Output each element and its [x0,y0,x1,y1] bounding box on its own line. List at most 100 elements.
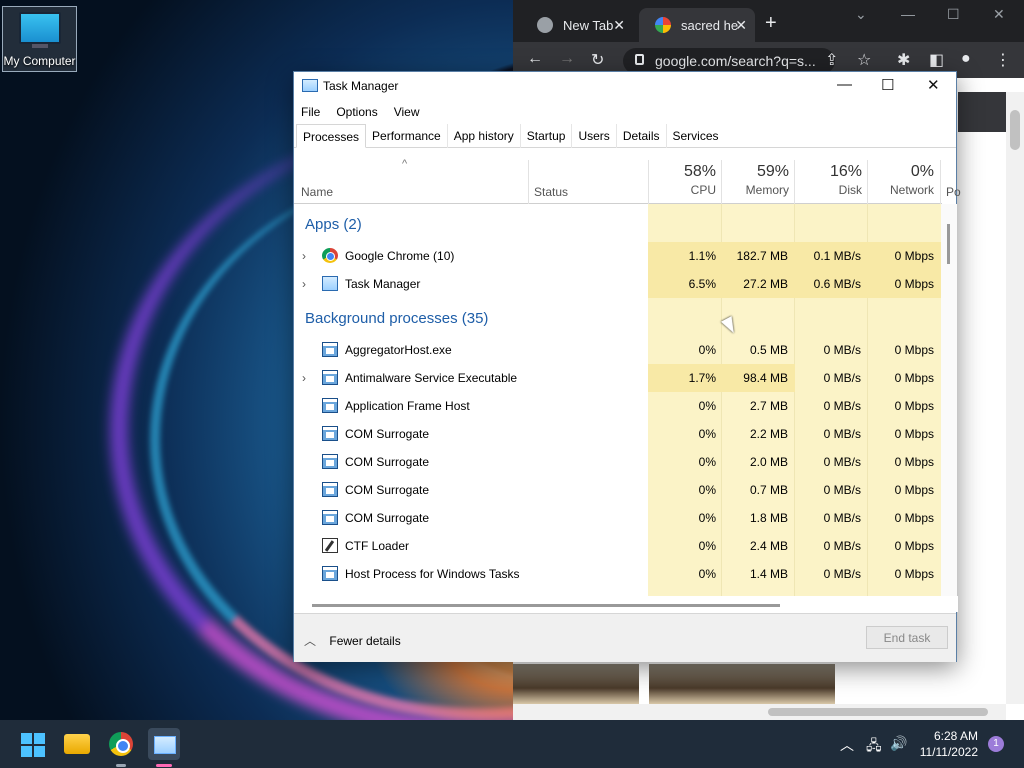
minimize-icon[interactable]: — [901,6,915,22]
menu-file[interactable]: File [301,100,320,124]
desktop-icon-my-computer[interactable]: My Computer [2,6,77,72]
table-row[interactable]: Host Process for Windows Tasks 0% 1.4 MB… [294,560,941,588]
table-row[interactable]: AggregatorHost.exe 0% 0.5 MB 0 MB/s 0 Mb… [294,336,941,364]
expand-chevron-icon[interactable]: › [302,249,306,263]
end-task-button[interactable]: End task [866,626,948,649]
chrome-tab-label: sacred he [681,17,739,33]
new-tab-button[interactable]: + [765,12,777,35]
extensions-icon[interactable]: ✱ [897,50,910,70]
chrome-icon[interactable] [109,732,133,756]
chrome-vertical-scrollbar[interactable] [1006,92,1024,704]
scrollbar-thumb[interactable] [768,708,988,716]
search-result-image[interactable] [513,664,639,704]
maximize-icon[interactable]: ☐ [947,6,960,23]
fewer-details-button[interactable]: ︿ Fewer details [304,632,401,649]
column-disk[interactable]: 16% Disk [795,160,862,204]
volume-icon[interactable]: 🔊 [890,735,907,752]
tab-app-history[interactable]: App history [446,124,520,148]
google-icon [655,17,671,33]
process-name: COM Surrogate [345,427,430,441]
cpu-value: 0% [698,511,716,525]
notification-badge[interactable]: 1 [988,736,1004,752]
chevron-up-icon[interactable]: ︿ [840,735,854,755]
table-row[interactable]: CTF Loader 0% 2.4 MB 0 MB/s 0 Mbps [294,532,941,560]
task-manager-icon[interactable] [148,728,180,760]
chrome-icon [322,248,338,263]
title-bar[interactable]: Task Manager — ☐ ✕ [294,72,956,100]
network-value: 0 Mbps [894,343,934,357]
process-icon [322,510,338,525]
column-cpu[interactable]: 58% CPU [648,160,716,204]
column-divider[interactable] [940,160,941,204]
column-power[interactable]: Po [946,185,961,199]
task-manager-icon [302,79,318,92]
memory-value: 1.4 MB [749,567,788,581]
close-tab-icon[interactable]: ✕ [735,17,747,34]
process-name: COM Surrogate [345,511,430,525]
address-bar-text: google.com/search?q=s... [655,53,816,69]
task-manager-icon [322,276,338,291]
footer: ︿ Fewer details End task [294,613,956,662]
forward-icon[interactable]: → [559,50,575,68]
tab-processes[interactable]: Processes [296,124,367,148]
scrollbar-thumb[interactable] [947,224,950,264]
table-row[interactable]: › Task Manager 6.5% 27.2 MB 0.6 MB/s 0 M… [294,270,941,298]
table-row[interactable]: › Google Chrome (10) 1.1% 182.7 MB 0.1 M… [294,242,941,270]
network-value: 0 Mbps [894,511,934,525]
process-list-vertical-scrollbar[interactable] [941,204,957,596]
table-row[interactable]: › Antimalware Service Executable 1.7% 98… [294,364,941,392]
menu-options[interactable]: Options [336,100,377,124]
scrollbar-thumb[interactable] [1010,110,1020,150]
chrome-page-dark-band [958,92,1006,132]
tab-details[interactable]: Details [615,124,666,148]
menu-view[interactable]: View [394,100,420,124]
tab-performance[interactable]: Performance [366,124,447,148]
tab-search-icon[interactable]: ⌄ [855,6,867,23]
table-row[interactable]: COM Surrogate 0% 1.8 MB 0 MB/s 0 Mbps [294,504,941,532]
cpu-value: 1.7% [688,371,716,385]
network-value: 0 Mbps [894,455,934,469]
expand-chevron-icon[interactable]: › [302,277,306,291]
tab-users[interactable]: Users [571,124,615,148]
reload-icon[interactable]: ↻ [591,50,604,70]
file-explorer-icon[interactable] [64,734,90,754]
table-row[interactable]: COM Surrogate 0% 2.0 MB 0 MB/s 0 Mbps [294,448,941,476]
expand-chevron-icon[interactable]: › [302,371,306,385]
chrome-tab-new-tab[interactable]: New Tab ✕ [521,8,633,42]
start-icon[interactable] [16,728,48,760]
table-row[interactable]: COM Surrogate 0% 2.2 MB 0 MB/s 0 Mbps [294,420,941,448]
chrome-horizontal-scrollbar[interactable] [513,704,1006,720]
tab-services[interactable]: Services [665,124,725,148]
column-name[interactable]: Name [301,185,333,199]
tab-startup[interactable]: Startup [519,124,572,148]
maximize-button[interactable]: ☐ [881,76,894,94]
task-manager-window[interactable]: Task Manager — ☐ ✕ File Options View Pro… [293,71,961,662]
column-network[interactable]: 0% Network [868,160,934,204]
table-row[interactable]: Application Frame Host 0% 2.7 MB 0 MB/s … [294,392,941,420]
share-icon[interactable]: ⇪ [825,50,838,70]
network-icon[interactable]: 🖧 [866,735,882,759]
network-value: 0 Mbps [894,427,934,441]
close-icon[interactable]: ✕ [993,6,1005,23]
back-icon[interactable]: ← [527,50,543,68]
disk-value: 0.6 MB/s [813,277,861,291]
minimize-button[interactable]: — [837,76,852,93]
column-status[interactable]: Status [534,185,568,199]
column-divider[interactable] [528,160,529,204]
chrome-tab-search[interactable]: sacred he ✕ [639,8,755,42]
menu-icon[interactable]: ⋮ [995,50,1011,70]
profile-icon[interactable]: ● [961,50,971,68]
table-row[interactable]: COM Surrogate 0% 0.7 MB 0 MB/s 0 Mbps [294,476,941,504]
process-list-horizontal-scrollbar[interactable] [294,596,958,612]
clock[interactable]: 6:28 AM 11/11/2022 [914,728,978,760]
column-memory[interactable]: 59% Memory [722,160,789,204]
side-panel-icon[interactable]: ◧ [929,50,944,70]
close-button[interactable]: ✕ [927,76,940,94]
process-icon [322,342,338,357]
scrollbar-thumb[interactable] [312,604,780,607]
bookmark-star-icon[interactable]: ☆ [857,50,871,70]
memory-value: 27.2 MB [743,277,788,291]
search-result-image[interactable] [649,664,835,704]
close-tab-icon[interactable]: ✕ [613,17,625,34]
network-value: 0 Mbps [894,483,934,497]
